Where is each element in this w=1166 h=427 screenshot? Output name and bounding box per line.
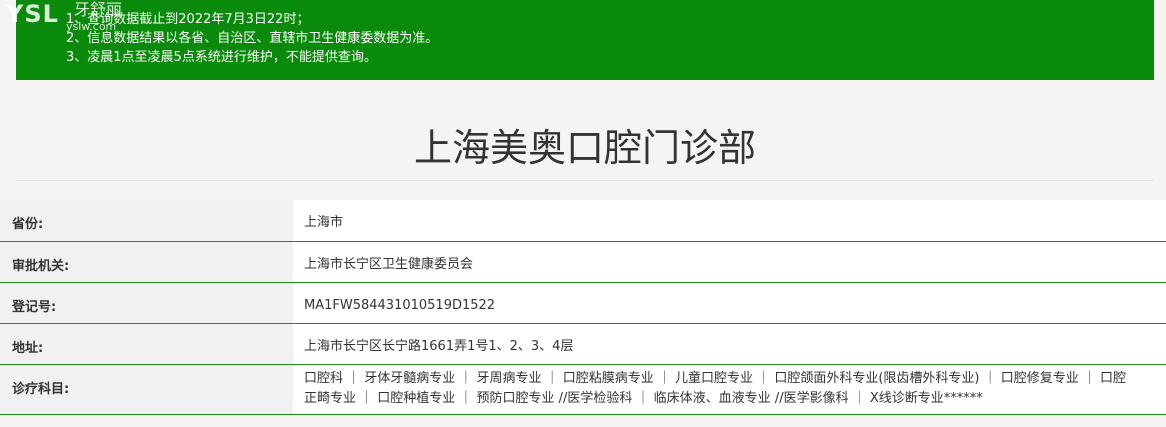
row-label-province: 省份:	[0, 200, 293, 241]
row-label-scope: 诊疗科目:	[0, 364, 293, 414]
row-value-scope: 口腔科 ｜ 牙体牙髓病专业 ｜ 牙周病专业 ｜ 口腔粘膜病专业 ｜ 儿童口腔专业…	[293, 364, 1166, 414]
watermark-name: 牙舒丽	[74, 0, 123, 19]
notice-line: 3、凌晨1点至凌晨5点系统进行维护，不能提供查询。	[66, 50, 377, 65]
watermark-logo: YSL 牙舒丽 yslw.com	[6, 0, 122, 33]
notice-line: 1、查询数据截止到2022年7月3日22时；	[66, 12, 310, 27]
page-title: 上海美奥口腔门诊部	[413, 125, 756, 170]
watermark-logo-text: YSL	[6, 0, 59, 28]
notice-line: 2、信息数据结果以各省、自治区、直辖市卫生健康委数据为准。	[66, 31, 439, 46]
row-value-authority: 上海市长宁区卫生健康委员会	[293, 241, 1166, 282]
info-table: 省份: 上海市 审批机关: 上海市长宁区卫生健康委员会 登记号: MA1FW58…	[0, 200, 1166, 415]
table-row: 地址: 上海市长宁区长宁路1661弄1号1、2、3、4层	[0, 323, 1166, 364]
row-value-address: 上海市长宁区长宁路1661弄1号1、2、3、4层	[293, 323, 1166, 364]
table-row: 登记号: MA1FW584431010519D1522	[0, 282, 1166, 323]
notice-banner: 1、查询数据截止到2022年7月3日22时； 2、信息数据结果以各省、自治区、直…	[16, 0, 1154, 80]
title-section: 上海美奥口腔门诊部	[16, 82, 1154, 181]
row-label-registration: 登记号:	[0, 282, 293, 323]
row-value-registration: MA1FW584431010519D1522	[293, 282, 1166, 323]
watermark-url: yslw.com	[66, 20, 117, 33]
row-label-address: 地址:	[0, 323, 293, 364]
row-label-authority: 审批机关:	[0, 241, 293, 282]
table-row: 诊疗科目: 口腔科 ｜ 牙体牙髓病专业 ｜ 牙周病专业 ｜ 口腔粘膜病专业 ｜ …	[0, 364, 1166, 414]
row-value-province: 上海市	[293, 200, 1166, 241]
table-row: 省份: 上海市	[0, 200, 1166, 241]
table-row: 审批机关: 上海市长宁区卫生健康委员会	[0, 241, 1166, 282]
